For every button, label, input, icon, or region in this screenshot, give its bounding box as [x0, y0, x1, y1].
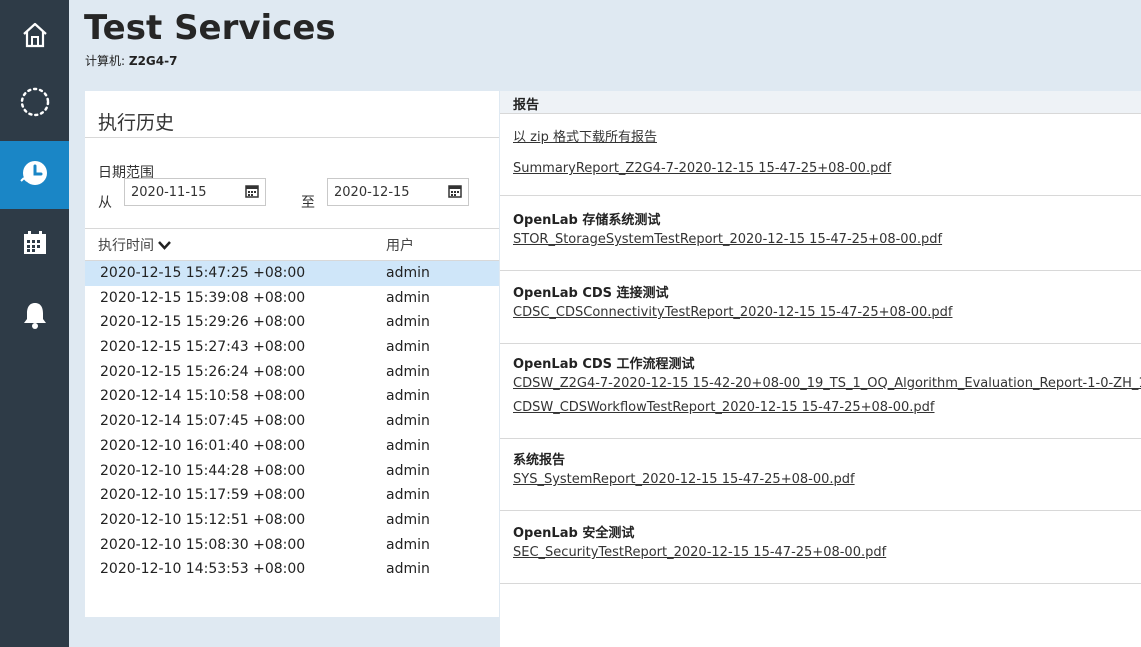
user-cell: admin [386, 289, 430, 306]
col-user[interactable]: 用户 [386, 235, 414, 255]
chevron-down-icon [158, 238, 172, 254]
divider [85, 137, 499, 138]
to-date-value: 2020-12-15 [334, 185, 410, 200]
from-label: 从 [98, 195, 112, 211]
table-row[interactable]: 2020-12-15 15:29:26 +08:00 admin [85, 310, 499, 335]
report-link[interactable]: SEC_SecurityTestReport_2020-12-15 15-47-… [513, 545, 886, 560]
nav-schedule[interactable] [0, 213, 69, 277]
machine-name: Z2G4-7 [128, 54, 178, 68]
user-cell: admin [386, 437, 430, 454]
calendar-picker-icon[interactable] [245, 184, 259, 202]
report-group-title: OpenLab 安全测试 [513, 526, 635, 541]
reports-panel: 报告 以 zip 格式下载所有报告 SummaryReport_Z2G4-7-2… [500, 91, 1141, 647]
table-row[interactable]: 2020-12-15 15:39:08 +08:00 admin [85, 286, 499, 311]
from-date-input[interactable]: 2020-11-15 [124, 178, 266, 206]
user-cell: admin [386, 314, 430, 331]
nav-history[interactable] [0, 141, 69, 209]
execution-time-cell: 2020-12-10 15:08:30 +08:00 [100, 536, 306, 553]
download-all-link[interactable]: 以 zip 格式下载所有报告 [513, 126, 657, 145]
history-title: 执行历史 [98, 112, 175, 134]
from-date-value: 2020-11-15 [131, 185, 207, 200]
to-date-input[interactable]: 2020-12-15 [327, 178, 469, 206]
user-cell: admin [386, 363, 430, 380]
table-row[interactable]: 2020-12-14 15:10:58 +08:00 admin [85, 384, 499, 409]
execution-time-cell: 2020-12-15 15:39:08 +08:00 [100, 289, 306, 306]
user-cell: admin [386, 511, 430, 528]
user-cell: admin [386, 561, 430, 578]
reports-title: 报告 [513, 98, 540, 113]
table-row[interactable]: 2020-12-10 15:08:30 +08:00 admin [85, 533, 499, 558]
reports-header: 报告 [500, 91, 1141, 114]
table-row[interactable]: 2020-12-14 15:07:45 +08:00 admin [85, 409, 499, 434]
history-icon [19, 158, 50, 192]
report-link[interactable]: CDSW_CDSWorkflowTestReport_2020-12-15 15… [513, 400, 935, 415]
home-icon [21, 21, 49, 53]
divider [500, 195, 1141, 196]
summary-report-link[interactable]: SummaryReport_Z2G4-7-2020-12-15 15-47-25… [513, 161, 891, 176]
execution-time-cell: 2020-12-14 15:07:45 +08:00 [100, 413, 306, 430]
table-row[interactable]: 2020-12-15 15:27:43 +08:00 admin [85, 335, 499, 360]
user-cell: admin [386, 462, 430, 479]
execution-time-cell: 2020-12-10 16:01:40 +08:00 [100, 437, 306, 454]
nav-notifications[interactable] [0, 285, 69, 349]
execution-time-cell: 2020-12-10 15:17:59 +08:00 [100, 487, 306, 504]
table-row[interactable]: 2020-12-10 15:44:28 +08:00 admin [85, 459, 499, 484]
execution-time-cell: 2020-12-10 14:53:53 +08:00 [100, 561, 306, 578]
user-cell: admin [386, 388, 430, 405]
report-group-title: 系统报告 [513, 453, 566, 468]
table-row[interactable]: 2020-12-15 15:26:24 +08:00 admin [85, 360, 499, 385]
user-cell: admin [386, 339, 430, 356]
page-header: Test Services 计算机: Z2G4-7 [69, 0, 1141, 85]
history-rows: 2020-12-15 15:47:25 +08:00 admin 2020-12-1… [85, 261, 499, 582]
report-link[interactable]: SYS_SystemReport_2020-12-15 15-47-25+08-… [513, 472, 855, 487]
loading-icon [19, 86, 51, 122]
calendar-icon [21, 229, 49, 261]
page-title: Test Services [84, 8, 336, 48]
machine-info: 计算机: Z2G4-7 [85, 52, 177, 69]
table-row[interactable]: 2020-12-10 14:53:53 +08:00 admin [85, 557, 499, 582]
to-label: 至 [301, 195, 315, 211]
side-nav [0, 0, 69, 647]
execution-time-cell: 2020-12-15 15:27:43 +08:00 [100, 339, 306, 356]
report-link[interactable]: STOR_StorageSystemTestReport_2020-12-15 … [513, 232, 942, 247]
report-group-title: OpenLab 存储系统测试 [513, 213, 661, 228]
table-row[interactable]: 2020-12-10 15:17:59 +08:00 admin [85, 483, 499, 508]
execution-time-cell: 2020-12-15 15:47:25 +08:00 [100, 265, 306, 281]
machine-label: 计算机: [85, 54, 126, 68]
execution-time-cell: 2020-12-14 15:10:58 +08:00 [100, 388, 306, 405]
table-row[interactable]: 2020-12-10 16:01:40 +08:00 admin [85, 434, 499, 459]
divider [500, 270, 1141, 271]
execution-time-cell: 2020-12-15 15:29:26 +08:00 [100, 314, 306, 331]
nav-running[interactable] [0, 72, 69, 136]
col-execution-time[interactable]: 执行时间 [98, 235, 172, 255]
report-link[interactable]: CDSW_Z2G4-7-2020-12-15 15-42-20+08-00_19… [513, 376, 1141, 391]
divider [500, 343, 1141, 344]
user-cell: admin [386, 265, 430, 281]
divider [500, 510, 1141, 511]
divider [500, 583, 1141, 584]
bell-icon [21, 300, 49, 334]
history-table-header: 执行时间 用户 [85, 229, 499, 261]
report-link[interactable]: CDSC_CDSConnectivityTestReport_2020-12-1… [513, 305, 952, 320]
table-row[interactable]: 2020-12-15 15:47:25 +08:00 admin [85, 261, 499, 286]
execution-time-cell: 2020-12-10 15:44:28 +08:00 [100, 462, 306, 479]
calendar-picker-icon[interactable] [448, 184, 462, 202]
history-panel: 执行历史 日期范围 从 2020-11-15 至 2020-12-15 执行时间… [85, 91, 499, 617]
report-group-title: OpenLab CDS 连接测试 [513, 286, 669, 301]
divider [500, 438, 1141, 439]
table-row[interactable]: 2020-12-10 15:12:51 +08:00 admin [85, 508, 499, 533]
execution-time-cell: 2020-12-15 15:26:24 +08:00 [100, 363, 306, 380]
user-cell: admin [386, 487, 430, 504]
execution-time-cell: 2020-12-10 15:12:51 +08:00 [100, 511, 306, 528]
report-group-title: OpenLab CDS 工作流程测试 [513, 357, 695, 372]
nav-home[interactable] [0, 5, 69, 69]
user-cell: admin [386, 536, 430, 553]
user-cell: admin [386, 413, 430, 430]
